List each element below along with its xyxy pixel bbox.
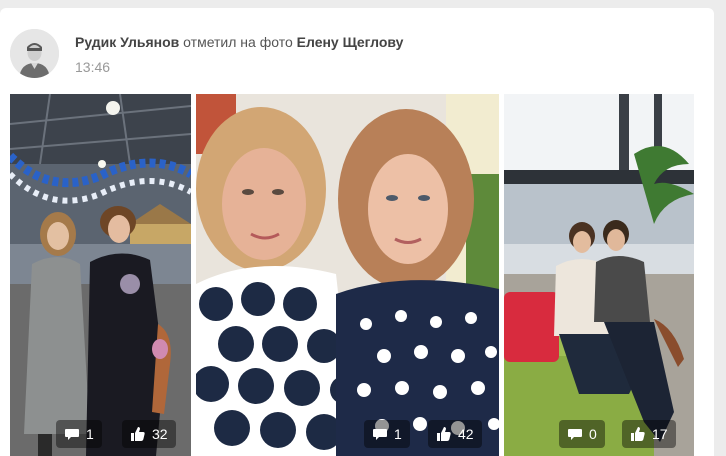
post-time[interactable]: 13:46 [75, 59, 110, 75]
photo-2[interactable]: 1 42 [196, 94, 499, 456]
target-name-link[interactable]: Елену Щеглову [297, 34, 404, 50]
photo-1-image [10, 94, 191, 456]
post-header: Рудик Ульянов отметил на фото Елену Щегл… [75, 34, 403, 50]
thumbs-up-icon [131, 427, 145, 441]
avatar[interactable] [10, 29, 59, 78]
likes-count: 42 [458, 426, 474, 442]
thumbs-up-icon [631, 427, 645, 441]
comments-count: 1 [394, 426, 402, 442]
likes-count: 17 [652, 426, 668, 442]
comment-bubble-icon [568, 429, 582, 440]
photo-3[interactable]: 0 17 [504, 94, 694, 456]
comments-counter[interactable]: 1 [56, 420, 102, 448]
actor-name-link[interactable]: Рудик Ульянов [75, 34, 179, 50]
default-user-icon [10, 29, 59, 78]
feed-card: Рудик Ульянов отметил на фото Елену Щегл… [0, 8, 714, 456]
comments-count: 1 [86, 426, 94, 442]
photo-2-image [196, 94, 499, 456]
photo-3-image [504, 94, 694, 456]
photo-1[interactable]: 1 32 [10, 94, 191, 456]
comments-count: 0 [589, 426, 597, 442]
likes-counter[interactable]: 42 [428, 420, 482, 448]
likes-counter[interactable]: 32 [122, 420, 176, 448]
comment-bubble-icon [65, 429, 79, 440]
comments-counter[interactable]: 0 [559, 420, 605, 448]
likes-counter[interactable]: 17 [622, 420, 676, 448]
comments-counter[interactable]: 1 [364, 420, 410, 448]
likes-count: 32 [152, 426, 168, 442]
comment-bubble-icon [373, 429, 387, 440]
action-text: отметил на фото [183, 34, 293, 50]
thumbs-up-icon [437, 427, 451, 441]
